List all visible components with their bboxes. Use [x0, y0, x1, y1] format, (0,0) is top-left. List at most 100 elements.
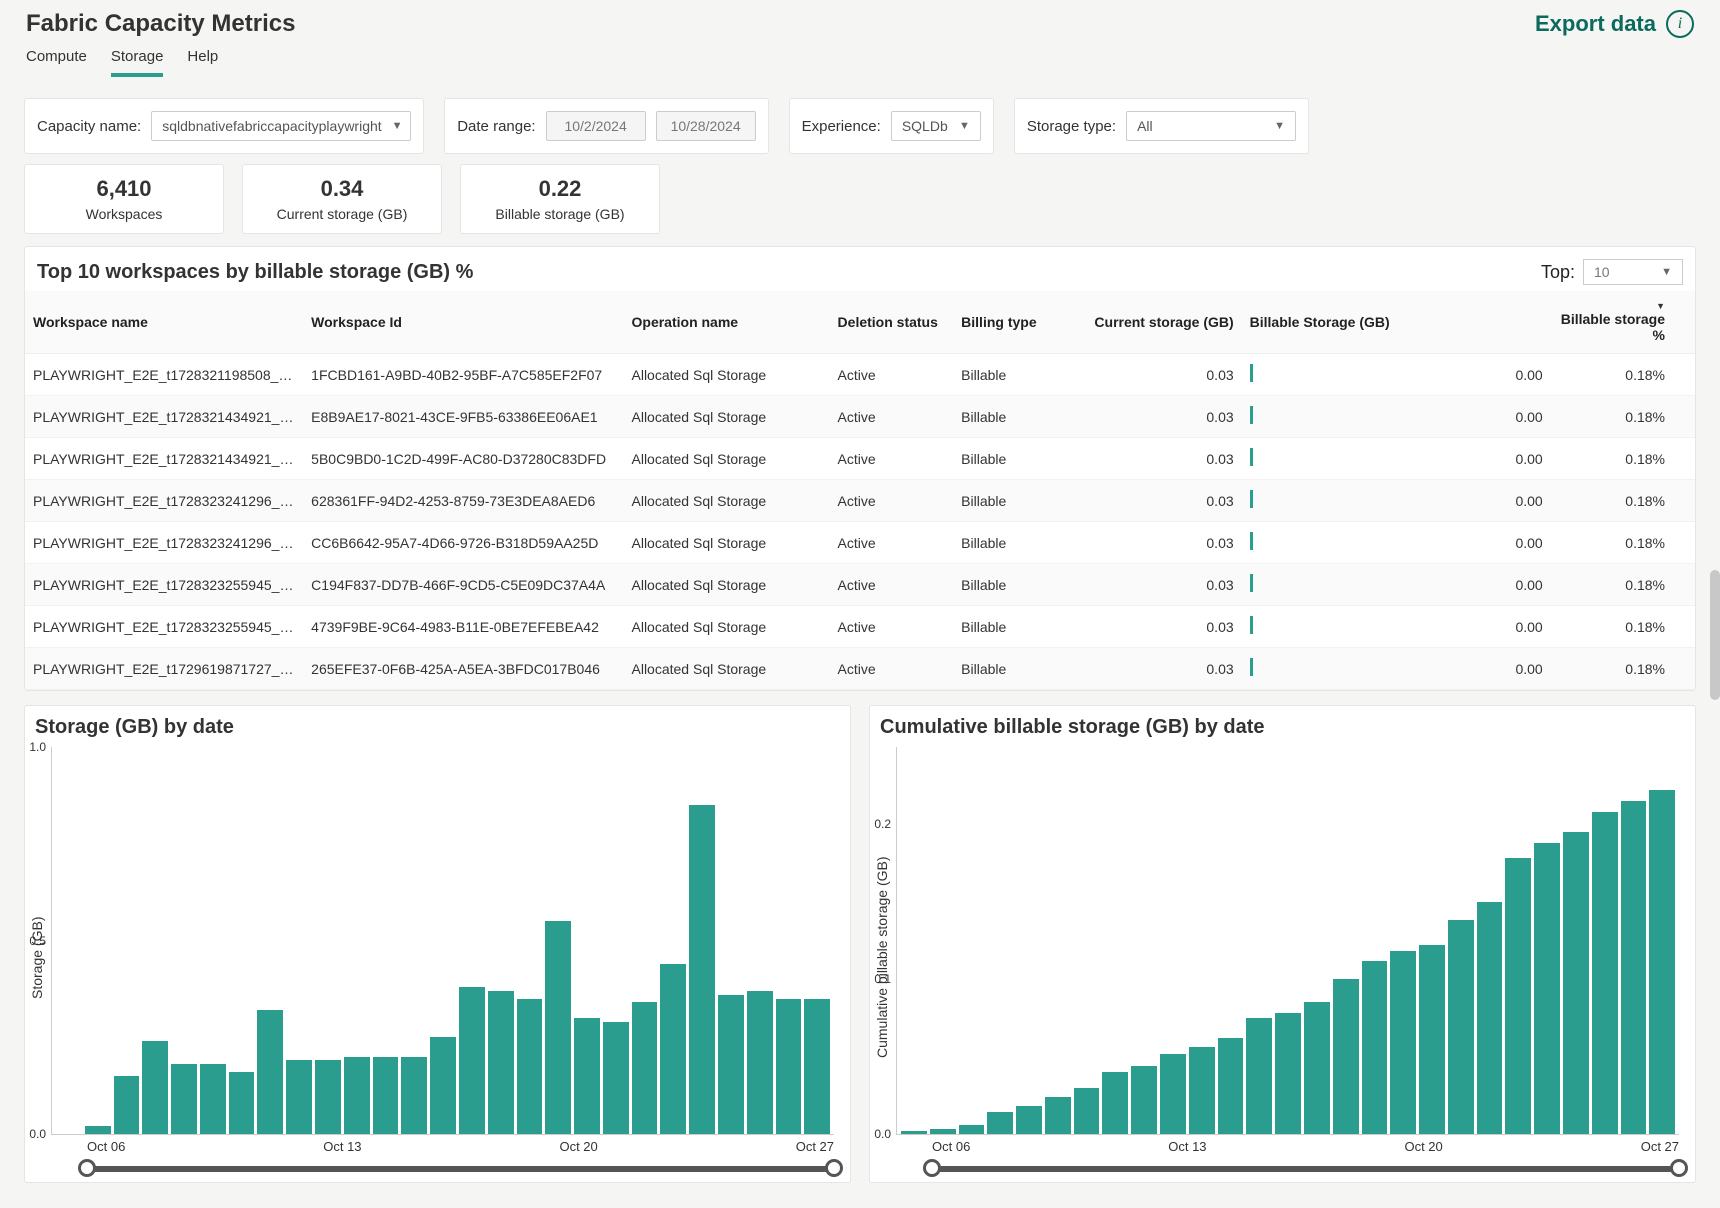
table-row[interactable]: PLAYWRIGHT_E2E_t1729619871727_28...265EF… [25, 648, 1695, 690]
cell-billable-bar [1242, 438, 1469, 480]
bar[interactable] [1448, 920, 1474, 1134]
bar[interactable] [1649, 790, 1675, 1134]
bar[interactable] [1477, 902, 1503, 1134]
col-billable-storage[interactable]: Billable Storage (GB) [1242, 291, 1469, 354]
tab-storage[interactable]: Storage [111, 48, 164, 77]
bar[interactable] [1045, 1097, 1071, 1134]
bar[interactable] [142, 1041, 168, 1134]
bar[interactable] [689, 805, 715, 1134]
col-billable-pct[interactable]: ▼Billable storage % [1551, 291, 1695, 354]
range-slider[interactable] [87, 1166, 834, 1172]
tab-compute[interactable]: Compute [26, 48, 87, 77]
chart-title: Storage (GB) by date [27, 716, 848, 743]
table-row[interactable]: PLAYWRIGHT_E2E_t1728321198508_0ea...1FCB… [25, 354, 1695, 396]
cell-billable-pct: 0.18% [1551, 648, 1695, 690]
bar[interactable] [1592, 812, 1618, 1134]
experience-select[interactable]: SQLDb ▼ [891, 111, 981, 141]
cell-billable-storage: 0.00 [1468, 438, 1550, 480]
bar[interactable] [1102, 1072, 1128, 1134]
col-operation[interactable]: Operation name [624, 291, 830, 354]
col-current-storage[interactable]: Current storage (GB) [1077, 291, 1242, 354]
storage-type-select[interactable]: All ▼ [1126, 111, 1296, 141]
col-deletion-status[interactable]: Deletion status [830, 291, 954, 354]
bar[interactable] [373, 1057, 399, 1134]
cell-operation: Allocated Sql Storage [624, 564, 830, 606]
bar[interactable] [286, 1060, 312, 1134]
bar[interactable] [114, 1076, 140, 1134]
plot-area[interactable]: 0.00.10.2 [896, 747, 1679, 1135]
bar[interactable] [1621, 801, 1647, 1134]
bar[interactable] [1016, 1106, 1042, 1134]
cell-billable-pct: 0.18% [1551, 606, 1695, 648]
bar[interactable] [1074, 1088, 1100, 1134]
range-slider[interactable] [932, 1166, 1679, 1172]
bar[interactable] [1160, 1054, 1186, 1134]
bar[interactable] [959, 1125, 985, 1134]
cell-operation: Allocated Sql Storage [624, 522, 830, 564]
bar[interactable] [171, 1064, 197, 1134]
top-select[interactable]: 10 ▼ [1583, 259, 1683, 285]
export-data-link[interactable]: Export data [1535, 11, 1656, 37]
bar[interactable] [1275, 1013, 1301, 1134]
y-tick: 1.0 [29, 740, 46, 754]
bar[interactable] [229, 1072, 255, 1134]
table-row[interactable]: PLAYWRIGHT_E2E_t1728321434921_0c8...5B0C… [25, 438, 1695, 480]
slider-handle-left[interactable] [78, 1159, 96, 1177]
bar[interactable] [1419, 945, 1445, 1134]
bar[interactable] [1563, 832, 1589, 1134]
bar[interactable] [315, 1060, 341, 1134]
table-row[interactable]: PLAYWRIGHT_E2E_t1728321434921_0c8...E8B9… [25, 396, 1695, 438]
bar[interactable] [545, 921, 571, 1134]
bar[interactable] [603, 1022, 629, 1134]
plot-area[interactable]: 0.00.51.0 [51, 747, 834, 1135]
col-billing-type[interactable]: Billing type [953, 291, 1077, 354]
col-workspace-id[interactable]: Workspace Id [303, 291, 623, 354]
bar[interactable] [747, 991, 773, 1134]
date-to-input[interactable]: 10/28/2024 [656, 111, 756, 141]
bar[interactable] [517, 999, 543, 1134]
cell-billing-type: Billable [953, 606, 1077, 648]
bar[interactable] [987, 1112, 1013, 1134]
slider-handle-left[interactable] [923, 1159, 941, 1177]
bar[interactable] [257, 1010, 283, 1134]
bar[interactable] [200, 1064, 226, 1134]
bar[interactable] [1362, 961, 1388, 1134]
bar[interactable] [1246, 1018, 1272, 1134]
date-from-input[interactable]: 10/2/2024 [546, 111, 646, 141]
bar[interactable] [85, 1126, 111, 1134]
bar[interactable] [344, 1057, 370, 1134]
bar[interactable] [401, 1057, 427, 1134]
capacity-select[interactable]: sqldbnativefabriccapacityplaywright ▼ [151, 111, 411, 141]
bar[interactable] [930, 1129, 956, 1134]
info-icon[interactable]: i [1666, 10, 1694, 38]
bar[interactable] [1505, 858, 1531, 1134]
bar[interactable] [632, 1002, 658, 1134]
bar[interactable] [1218, 1038, 1244, 1134]
table-row[interactable]: PLAYWRIGHT_E2E_t1728323241296_3a...CC6B6… [25, 522, 1695, 564]
slider-handle-right[interactable] [1670, 1159, 1688, 1177]
vertical-scrollbar[interactable] [1710, 570, 1720, 700]
bar[interactable] [1534, 843, 1560, 1134]
bar[interactable] [1304, 1002, 1330, 1134]
table-row[interactable]: PLAYWRIGHT_E2E_t1728323255945_0e...C194F… [25, 564, 1695, 606]
bar[interactable] [459, 987, 485, 1134]
tab-help[interactable]: Help [187, 48, 218, 77]
col-workspace-name[interactable]: Workspace name [25, 291, 303, 354]
col-billable-storage-val[interactable] [1468, 291, 1550, 354]
bar[interactable] [430, 1037, 456, 1134]
bar[interactable] [901, 1131, 927, 1134]
bar[interactable] [660, 964, 686, 1134]
bar[interactable] [574, 1018, 600, 1134]
bar[interactable] [1390, 951, 1416, 1134]
bar[interactable] [1333, 979, 1359, 1134]
bar[interactable] [718, 995, 744, 1134]
slider-handle-right[interactable] [825, 1159, 843, 1177]
cell-billing-type: Billable [953, 480, 1077, 522]
bar[interactable] [776, 999, 802, 1134]
bar[interactable] [804, 999, 830, 1134]
table-row[interactable]: PLAYWRIGHT_E2E_t1728323241296_3a...62836… [25, 480, 1695, 522]
table-row[interactable]: PLAYWRIGHT_E2E_t1728323255945_0e...4739F… [25, 606, 1695, 648]
bar[interactable] [1189, 1047, 1215, 1134]
bar[interactable] [1131, 1066, 1157, 1134]
bar[interactable] [488, 991, 514, 1134]
